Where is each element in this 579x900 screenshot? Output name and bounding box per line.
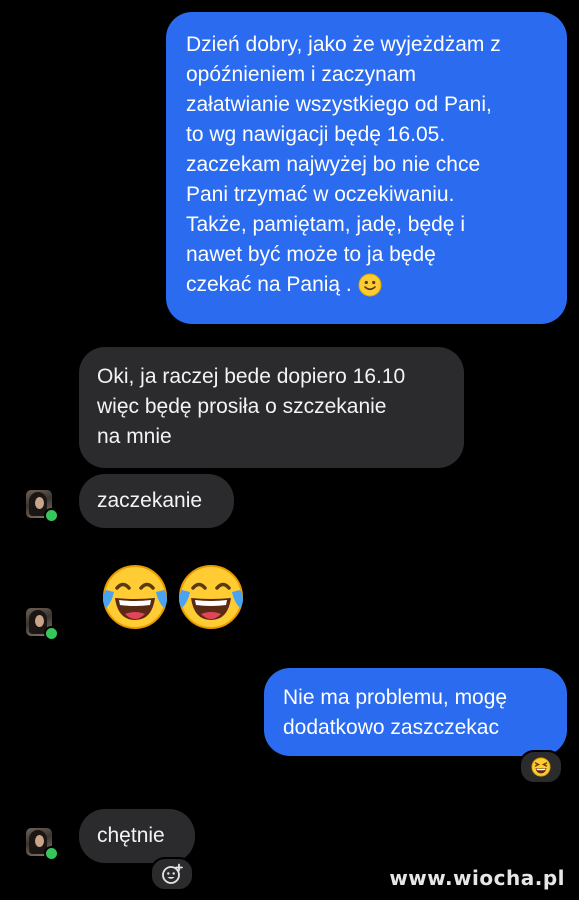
online-status-indicator: [44, 626, 59, 641]
outgoing-message-bubble[interactable]: Dzień dobry, jako że wyjeżdżam z opóźnie…: [166, 12, 567, 324]
message-line: zaczekam najwyżej bo nie chce: [186, 153, 481, 176]
outgoing-message-bubble[interactable]: Nie ma problemu, mogę dodatkowo zaszczek…: [264, 668, 567, 756]
incoming-message-bubble[interactable]: zaczekanie: [79, 474, 234, 528]
avatar[interactable]: [26, 608, 59, 641]
watermark: www.wiocha.pl: [389, 866, 565, 890]
incoming-message-bubble[interactable]: chętnie: [79, 809, 195, 863]
add-reaction-icon: [162, 863, 183, 884]
message-line: opóźnieniem i zaczynam: [186, 63, 416, 86]
message-line: nawet być może to ja będę: [186, 243, 436, 266]
incoming-message-bubble[interactable]: Oki, ja raczej bede dopiero 16.10 więc b…: [79, 347, 464, 468]
message-line: Także, pamiętam, jadę, będę i: [186, 213, 465, 236]
message-line: czekać na Panią .: [186, 270, 549, 300]
online-status-indicator: [44, 846, 59, 861]
message-line: więc będę prosiła o szczekanie: [97, 395, 387, 418]
message-line: chętnie: [97, 824, 165, 847]
message-text: czekać na Panią .: [186, 273, 352, 296]
message-line: na mnie: [97, 425, 172, 448]
message-reaction[interactable]: [519, 750, 563, 784]
avatar[interactable]: [26, 490, 59, 523]
online-status-indicator: [44, 508, 59, 523]
face-with-tears-of-joy-icon[interactable]: [100, 562, 170, 632]
message-line: to wg nawigacji będę 16.05.: [186, 123, 446, 146]
message-line: Pani trzymać w oczekiwaniu.: [186, 183, 455, 206]
message-line: Nie ma problemu, mogę: [283, 686, 508, 709]
message-line: Oki, ja raczej bede dopiero 16.10: [97, 365, 406, 388]
message-line: Dzień dobry, jako że wyjeżdżam z: [186, 33, 501, 56]
avatar[interactable]: [26, 828, 59, 861]
message-line: załatwianie wszystkiego od Pani,: [186, 93, 492, 116]
grinning-squinting-face-icon: [531, 757, 551, 777]
face-with-tears-of-joy-icon[interactable]: [176, 562, 246, 632]
add-reaction-button[interactable]: [150, 857, 194, 891]
message-line: dodatkowo zaszczekac: [283, 716, 499, 739]
slightly-smiling-face-icon: [358, 273, 382, 297]
message-line: zaczekanie: [97, 489, 203, 512]
